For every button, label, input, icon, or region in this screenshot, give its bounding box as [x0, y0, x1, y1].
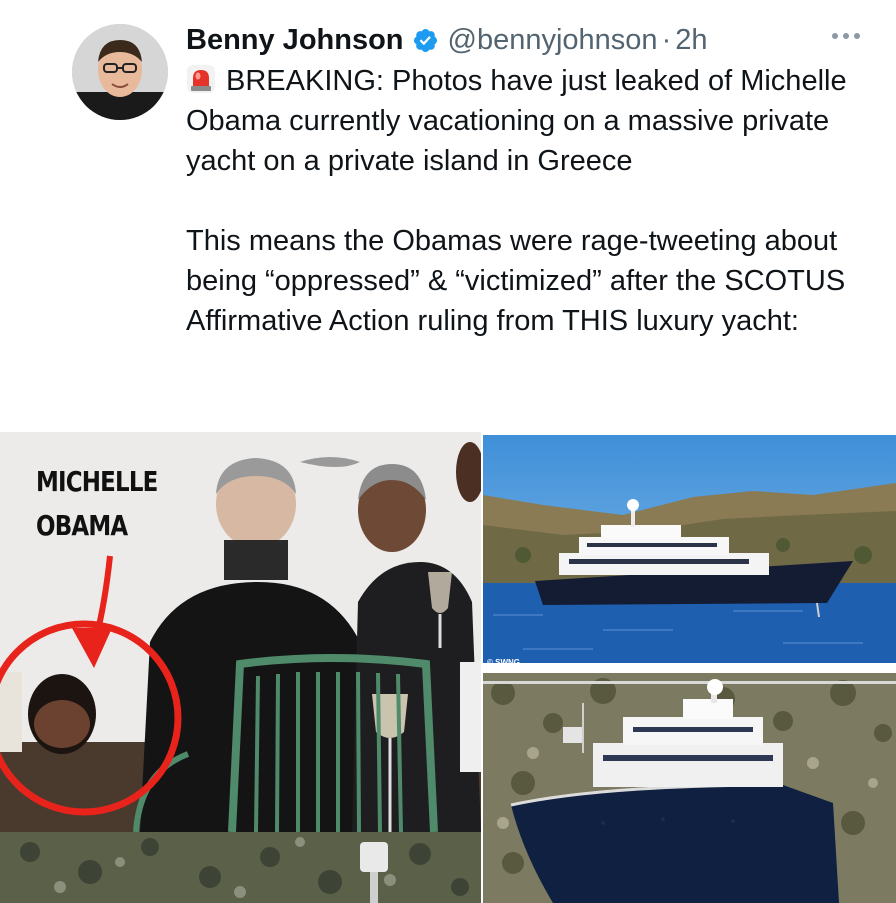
hillside-strip-image [0, 832, 481, 903]
yacht-sea-image [483, 435, 896, 669]
caption-line-2: OBAMA [36, 509, 128, 542]
tweet-paragraph-1-text: BREAKING: Photos have just leaked of Mic… [186, 65, 847, 177]
tweet-body: BREAKING: Photos have just leaked of Mic… [186, 61, 876, 341]
tweet-paragraph-1: BREAKING: Photos have just leaked of Mic… [186, 61, 876, 181]
more-options-icon[interactable] [829, 26, 863, 46]
author-avatar[interactable] [72, 24, 168, 120]
avatar-photo [72, 24, 168, 120]
tweet-header: Benny Johnson @bennyjohnson · 2h [186, 22, 708, 58]
tweet-timestamp[interactable]: 2h [675, 24, 707, 57]
tweet-paragraph-2: This means the Obamas were rage-tweeting… [186, 225, 846, 337]
media-photo-restaurant[interactable]: MICHELLE OBAMA [0, 432, 481, 832]
yacht-bow-image [483, 673, 896, 903]
author-name[interactable]: Benny Johnson [186, 24, 404, 57]
media-photo-yacht-sea[interactable]: © SWNG [483, 435, 896, 669]
header-separator: · [661, 23, 672, 56]
media-photo-lower-strip[interactable] [0, 832, 481, 903]
verified-badge-icon [413, 28, 437, 52]
photo-caption-overlay: MICHELLE OBAMA [36, 460, 159, 548]
media-photo-yacht-bow[interactable] [483, 673, 896, 903]
police-light-emoji-icon [187, 65, 215, 93]
tweet-media-grid[interactable]: MICHELLE OBAMA © SWNG [0, 432, 896, 903]
photo-watermark: © SWNG [487, 658, 521, 667]
author-handle[interactable]: @bennyjohnson [448, 24, 658, 57]
caption-line-1: MICHELLE [36, 465, 158, 498]
